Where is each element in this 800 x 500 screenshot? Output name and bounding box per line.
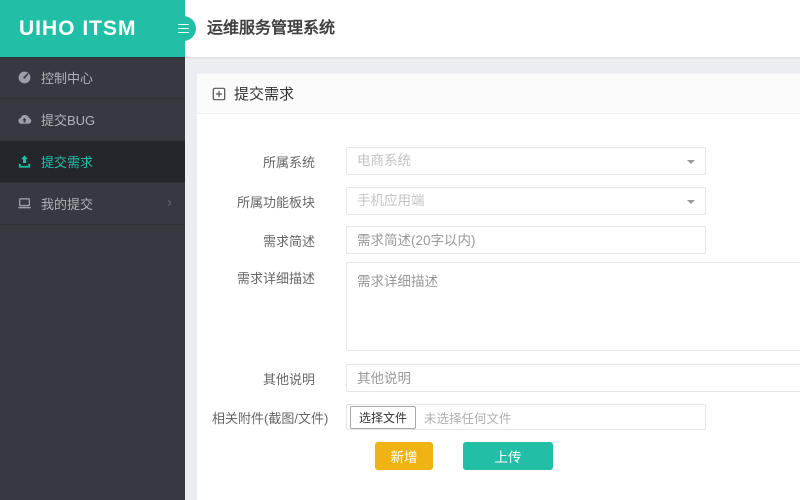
sidebar-item-label: 提交需求 bbox=[41, 155, 94, 170]
sidebar-item-control-center[interactable]: 控制中心 bbox=[0, 57, 185, 99]
module-select[interactable]: 手机应用端 bbox=[346, 187, 706, 215]
system-select[interactable]: 电商系统 bbox=[346, 147, 706, 175]
chevron-down-icon bbox=[687, 160, 695, 164]
chevron-down-icon bbox=[687, 200, 695, 204]
plus-square-icon bbox=[212, 87, 226, 100]
add-button[interactable]: 新增 bbox=[375, 442, 433, 470]
form-row-system: 所属系统 电商系统 bbox=[212, 147, 800, 175]
choose-file-button[interactable]: 选择文件 bbox=[350, 405, 417, 429]
form-actions: 新增 上传 bbox=[212, 442, 800, 470]
field-label: 所属系统 bbox=[262, 154, 315, 170]
sidebar-item-submit-requirement[interactable]: 提交需求 bbox=[0, 141, 185, 183]
system-select-value: 电商系统 bbox=[357, 153, 411, 168]
chevron-right-icon: › bbox=[167, 194, 172, 211]
upload-icon bbox=[18, 155, 31, 168]
other-notes-input[interactable] bbox=[346, 364, 800, 392]
main-content: 提交需求 所属系统 电商系统 所属功能板块 手机应用端 需求简述 需求简述(20… bbox=[185, 57, 800, 500]
module-select-value: 手机应用端 bbox=[357, 193, 425, 208]
sidebar-item-label: 提交BUG bbox=[41, 113, 96, 128]
form-row-attachment: 相关附件(截图/文件) 选择文件 未选择任何文件 bbox=[212, 404, 800, 430]
card-header: 提交需求 bbox=[197, 74, 800, 114]
field-label: 需求简述 bbox=[262, 233, 315, 249]
gauge-icon bbox=[18, 71, 31, 84]
sidebar-item-my-submissions[interactable]: 我的提交 › bbox=[0, 183, 185, 225]
description-textarea[interactable] bbox=[346, 262, 800, 351]
form-row-brief: 需求简述 bbox=[212, 226, 800, 254]
file-input[interactable]: 选择文件 未选择任何文件 bbox=[346, 404, 706, 430]
screen: UIHO ITSM 运维服务管理系统 控制中心 提交BUG 提交需求 我的提交 … bbox=[0, 0, 800, 500]
app-logo: UIHO ITSM bbox=[0, 0, 185, 57]
hamburger-menu-icon[interactable] bbox=[171, 16, 196, 41]
laptop-icon bbox=[18, 198, 31, 209]
field-label: 所属功能板块 bbox=[236, 194, 315, 210]
brief-input[interactable] bbox=[346, 226, 706, 254]
top-header: UIHO ITSM 运维服务管理系统 bbox=[0, 0, 800, 57]
sidebar-item-label: 我的提交 bbox=[41, 197, 94, 212]
field-label: 相关附件(截图/文件) bbox=[212, 410, 329, 426]
form-row-module: 所属功能板块 手机应用端 bbox=[212, 187, 800, 215]
field-label: 需求详细描述 bbox=[236, 271, 315, 286]
file-status-text: 未选择任何文件 bbox=[424, 411, 512, 426]
label-spacer bbox=[212, 442, 344, 470]
cloud-upload-icon bbox=[18, 115, 32, 124]
form-card: 提交需求 所属系统 电商系统 所属功能板块 手机应用端 需求简述 需求简述(20… bbox=[196, 73, 800, 500]
sidebar-item-label: 控制中心 bbox=[41, 71, 94, 86]
form-row-other: 其他说明 bbox=[212, 364, 800, 392]
upload-button[interactable]: 上传 bbox=[463, 442, 553, 470]
form-title: 提交需求 bbox=[234, 86, 295, 103]
form-body: 所属系统 电商系统 所属功能板块 手机应用端 需求简述 需求简述(20字以内) … bbox=[197, 114, 800, 470]
sidebar: 控制中心 提交BUG 提交需求 我的提交 › bbox=[0, 57, 185, 500]
field-label: 其他说明 bbox=[262, 371, 315, 387]
form-row-description: 需求详细描述 bbox=[212, 262, 800, 351]
sidebar-item-submit-bug[interactable]: 提交BUG bbox=[0, 99, 185, 141]
app-title: 运维服务管理系统 bbox=[207, 20, 336, 37]
